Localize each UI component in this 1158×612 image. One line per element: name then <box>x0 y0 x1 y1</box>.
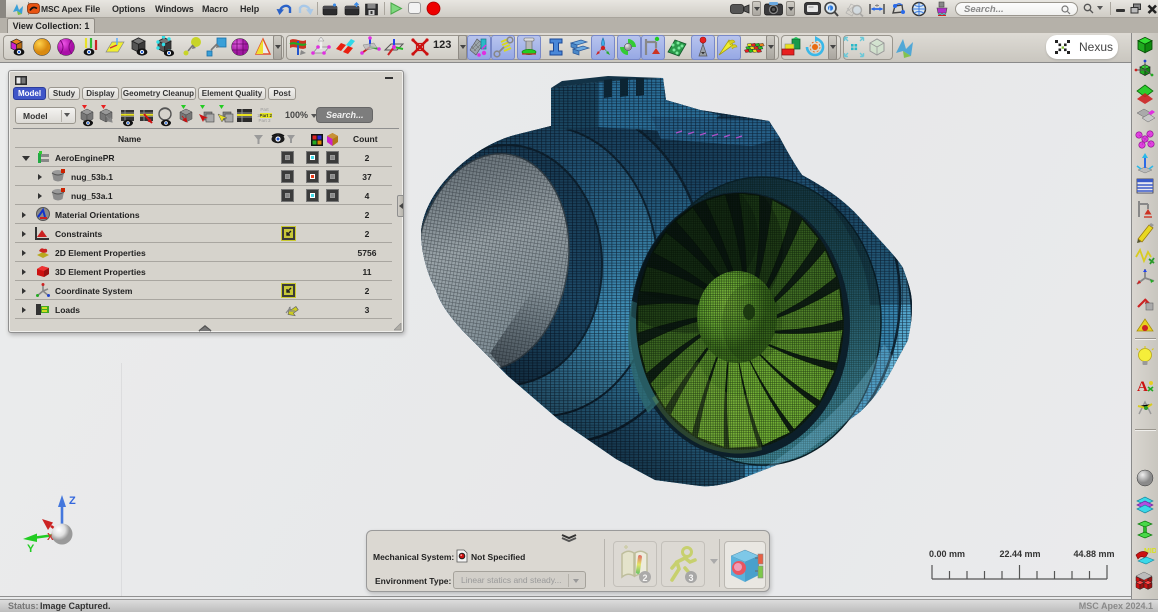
svg-text:Z: Z <box>69 495 76 507</box>
svg-text:3: 3 <box>688 573 693 583</box>
svg-text:44.88 mm: 44.88 mm <box>1073 549 1114 559</box>
svg-text:A: A <box>1137 379 1148 395</box>
svg-text:22.44 mm: 22.44 mm <box>999 549 1040 559</box>
svg-text:Y: Y <box>27 543 35 555</box>
svg-text:2: 2 <box>642 573 647 583</box>
svg-text:0.00 mm: 0.00 mm <box>929 549 965 559</box>
